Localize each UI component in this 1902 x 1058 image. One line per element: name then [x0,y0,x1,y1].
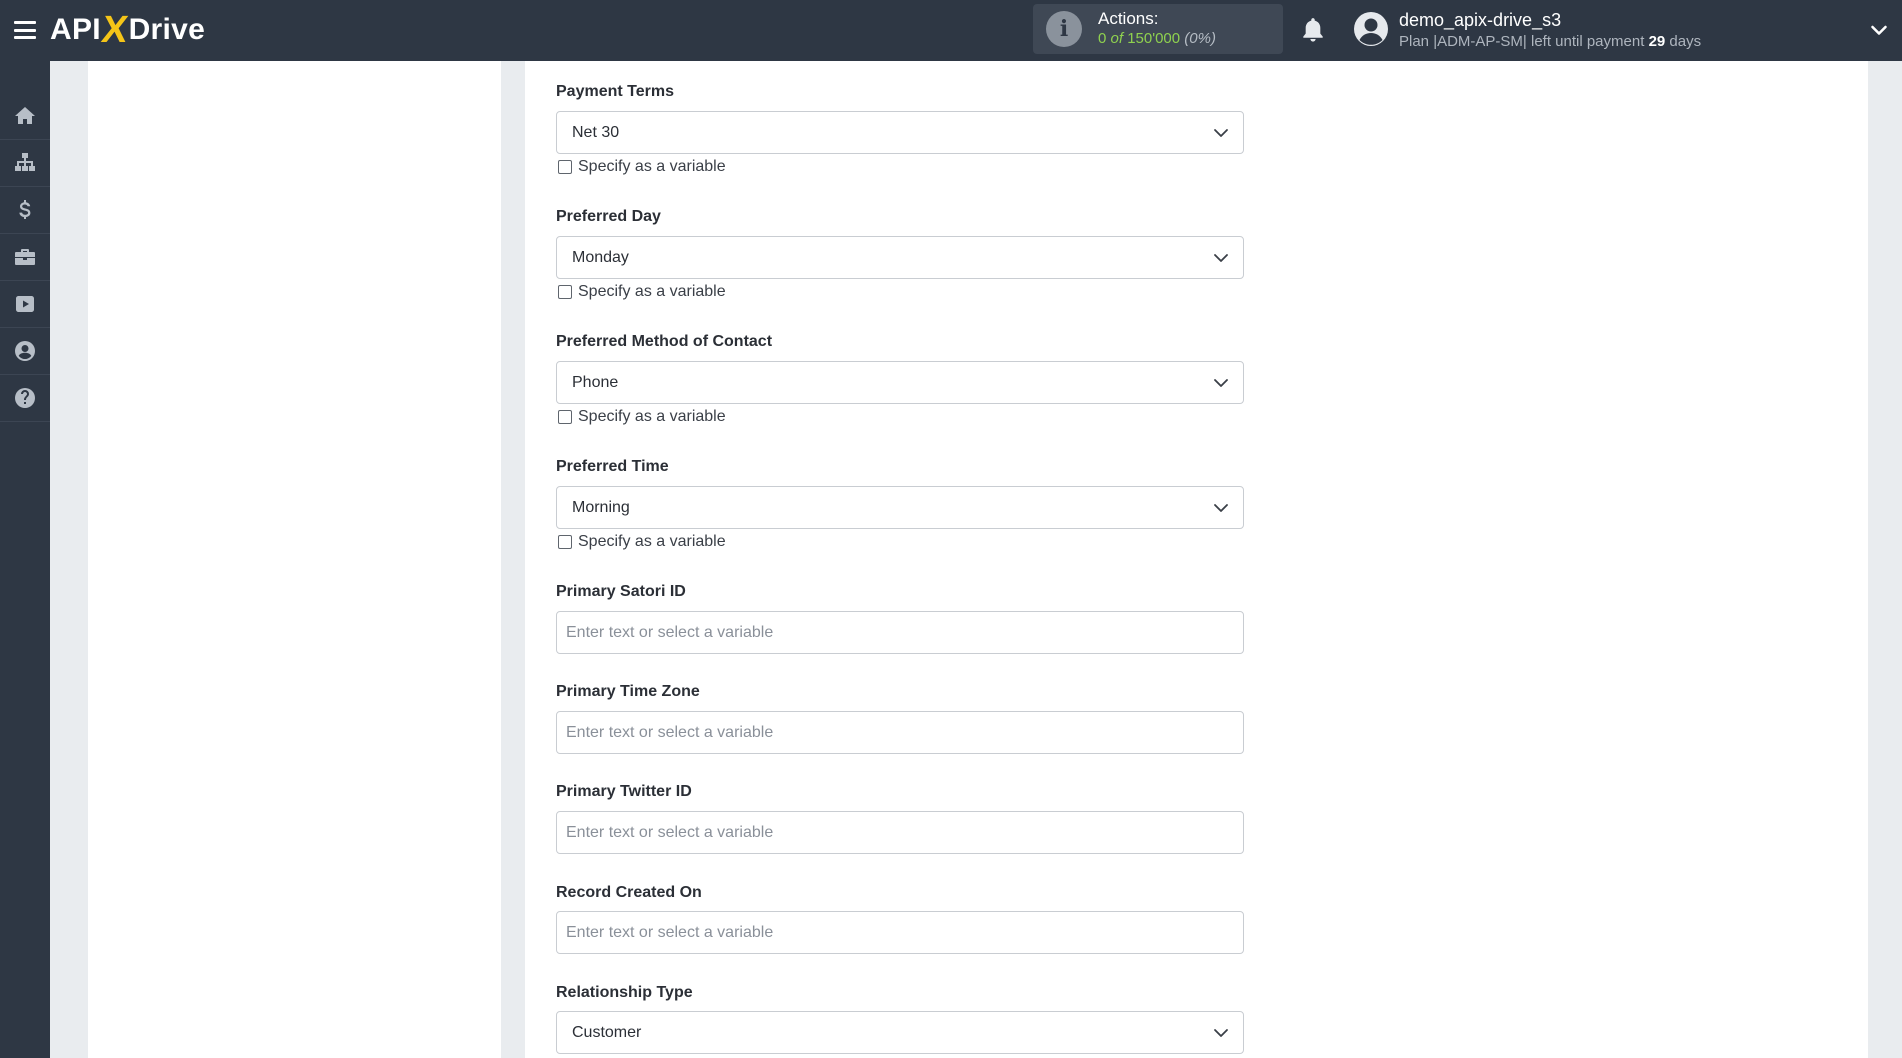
chevron-down-icon [1214,379,1228,387]
select-value: Net 30 [572,123,620,141]
sidebar-item-video[interactable] [0,281,50,328]
user-circle-icon [15,341,35,361]
select-value: Phone [572,373,619,391]
sidebar-item-profile[interactable] [0,328,50,375]
specify-variable-preferred-method-of-contact[interactable]: Specify as a variable [558,408,726,426]
checkbox-label: Specify as a variable [578,158,726,175]
sidebar-item-help[interactable] [0,375,50,422]
youtube-icon [16,296,34,312]
help-icon [15,388,35,408]
field-label-primary-time-zone: Primary Time Zone [556,683,700,700]
sidebar-item-connections[interactable] [0,140,50,187]
chevron-down-icon [1214,254,1228,262]
avatar-icon[interactable] [1353,11,1389,47]
briefcase-icon [15,249,35,265]
field-label-record-created-on: Record Created On [556,884,702,901]
sidebar-item-billing[interactable] [0,187,50,234]
checkbox[interactable] [558,160,572,174]
actions-label: Actions: [1098,9,1159,28]
info-icon: i [1046,11,1082,47]
top-bar: API X Drive i Actions: 0 of 150'000 (0%) d… [0,0,1902,61]
record-created-on-input[interactable]: Enter text or select a variable [556,911,1244,954]
sidebar-item-services[interactable] [0,234,50,281]
apixdrive-logo[interactable]: API X Drive [50,9,205,51]
primary-time-zone-input[interactable]: Enter text or select a variable [556,711,1244,754]
chevron-down-icon [1214,129,1228,137]
payment-terms-select[interactable]: Net 30 [556,111,1244,154]
user-info[interactable]: demo_apix-drive_s3 Plan |ADM-AP-SM| left… [1399,10,1701,52]
chevron-down-icon [1214,1029,1228,1037]
preferred-method-of-contact-select[interactable]: Phone [556,361,1244,404]
user-plan: Plan |ADM-AP-SM| left until payment 29 d… [1399,33,1702,50]
preferred-day-select[interactable]: Monday [556,236,1244,279]
field-label-payment-terms: Payment Terms [556,83,674,100]
specify-variable-preferred-day[interactable]: Specify as a variable [558,283,726,301]
checkbox-label: Specify as a variable [578,408,726,425]
chevron-down-icon[interactable] [1870,21,1888,39]
select-value: Morning [572,498,630,516]
bell-icon[interactable] [1300,16,1326,44]
primary-satori-id-input[interactable]: Enter text or select a variable [556,611,1244,654]
field-label-relationship-type: Relationship Type [556,984,693,1001]
checkbox[interactable] [558,410,572,424]
field-label-primary-twitter-id: Primary Twitter ID [556,783,692,800]
chevron-down-icon [1214,504,1228,512]
checkbox-label: Specify as a variable [578,283,726,300]
field-label-preferred-day: Preferred Day [556,208,661,225]
field-label-primary-satori-id: Primary Satori ID [556,583,686,600]
sidebar-item-home[interactable] [0,93,50,140]
field-label-preferred-method-of-contact: Preferred Method of Contact [556,333,773,350]
relationship-type-select[interactable]: Customer [556,1011,1244,1054]
preferred-time-select[interactable]: Morning [556,486,1244,529]
checkbox[interactable] [558,285,572,299]
main-panel [525,61,1868,1058]
home-icon [15,107,35,124]
left-panel [88,61,501,1058]
primary-twitter-id-input[interactable]: Enter text or select a variable [556,811,1244,854]
specify-variable-preferred-time[interactable]: Specify as a variable [558,533,726,551]
select-value: Customer [572,1023,642,1041]
checkbox-label: Specify as a variable [578,533,726,550]
select-value: Monday [572,248,629,266]
field-label-preferred-time: Preferred Time [556,458,669,475]
checkbox[interactable] [558,535,572,549]
dollar-icon [19,200,31,219]
actions-counter: i Actions: 0 of 150'000 (0%) [1033,4,1283,54]
user-name: demo_apix-drive_s3 [1399,10,1562,30]
menu-icon[interactable] [14,19,36,41]
actions-value: 0 of 150'000 (0%) [1098,30,1216,47]
sitemap-icon [15,153,35,171]
specify-variable-payment-terms[interactable]: Specify as a variable [558,158,726,176]
sidebar [0,61,50,1058]
